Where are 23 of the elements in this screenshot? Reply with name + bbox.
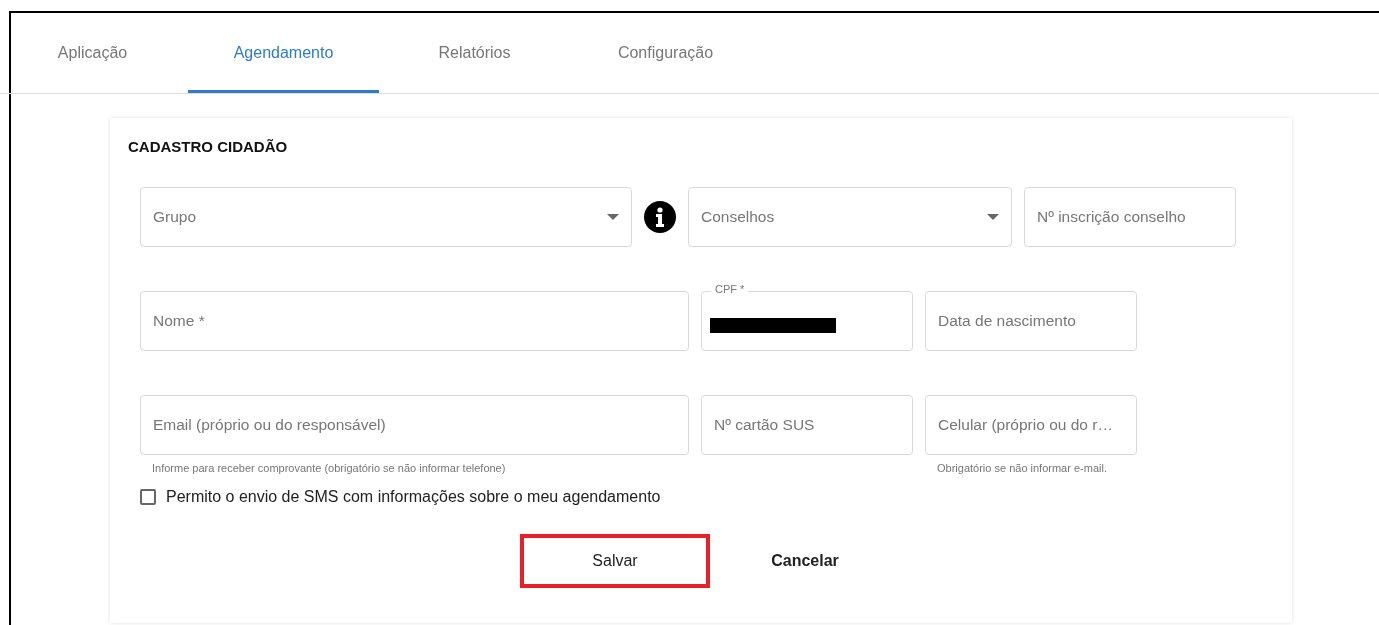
input-field[interactable]: Nº inscrição conselho [1024, 187, 1236, 247]
input-field[interactable]: Nº cartão SUS [701, 395, 913, 455]
tab[interactable]: Agendamento [188, 13, 379, 93]
input-field[interactable]: Data de nascimento [925, 291, 1137, 351]
info-icon[interactable] [644, 201, 676, 233]
dropdown-caret-icon [987, 214, 999, 220]
tab[interactable]: Relatórios [379, 13, 570, 93]
checkbox[interactable] [140, 489, 156, 505]
highlighted-button[interactable]: Salvar [520, 534, 710, 588]
tab[interactable]: Aplicação [0, 13, 188, 93]
dropdown-caret-icon [607, 214, 619, 220]
tab[interactable]: Configuração [570, 13, 761, 93]
helper-text: Informe para receber comprovante (obrigatório se não informar telefone) [152, 463, 507, 474]
floating-label: CPF * [711, 283, 749, 295]
input-field[interactable]: Email (próprio ou do responsável) [140, 395, 689, 455]
select-field[interactable]: Conselhos [688, 187, 1012, 247]
form-title: CADASTRO CIDADÃO [128, 138, 289, 155]
helper-text: Obrigatório se não informar e-mail. [937, 463, 1108, 474]
input-field[interactable]: Nome * [140, 291, 689, 351]
checkbox-label: Permito o envio de SMS com informações sobre o meu agendamento [166, 488, 661, 506]
input-field[interactable]: Celular (próprio ou do r… [925, 395, 1137, 455]
input-field[interactable] [701, 291, 913, 351]
select-field[interactable]: Grupo [140, 187, 632, 247]
